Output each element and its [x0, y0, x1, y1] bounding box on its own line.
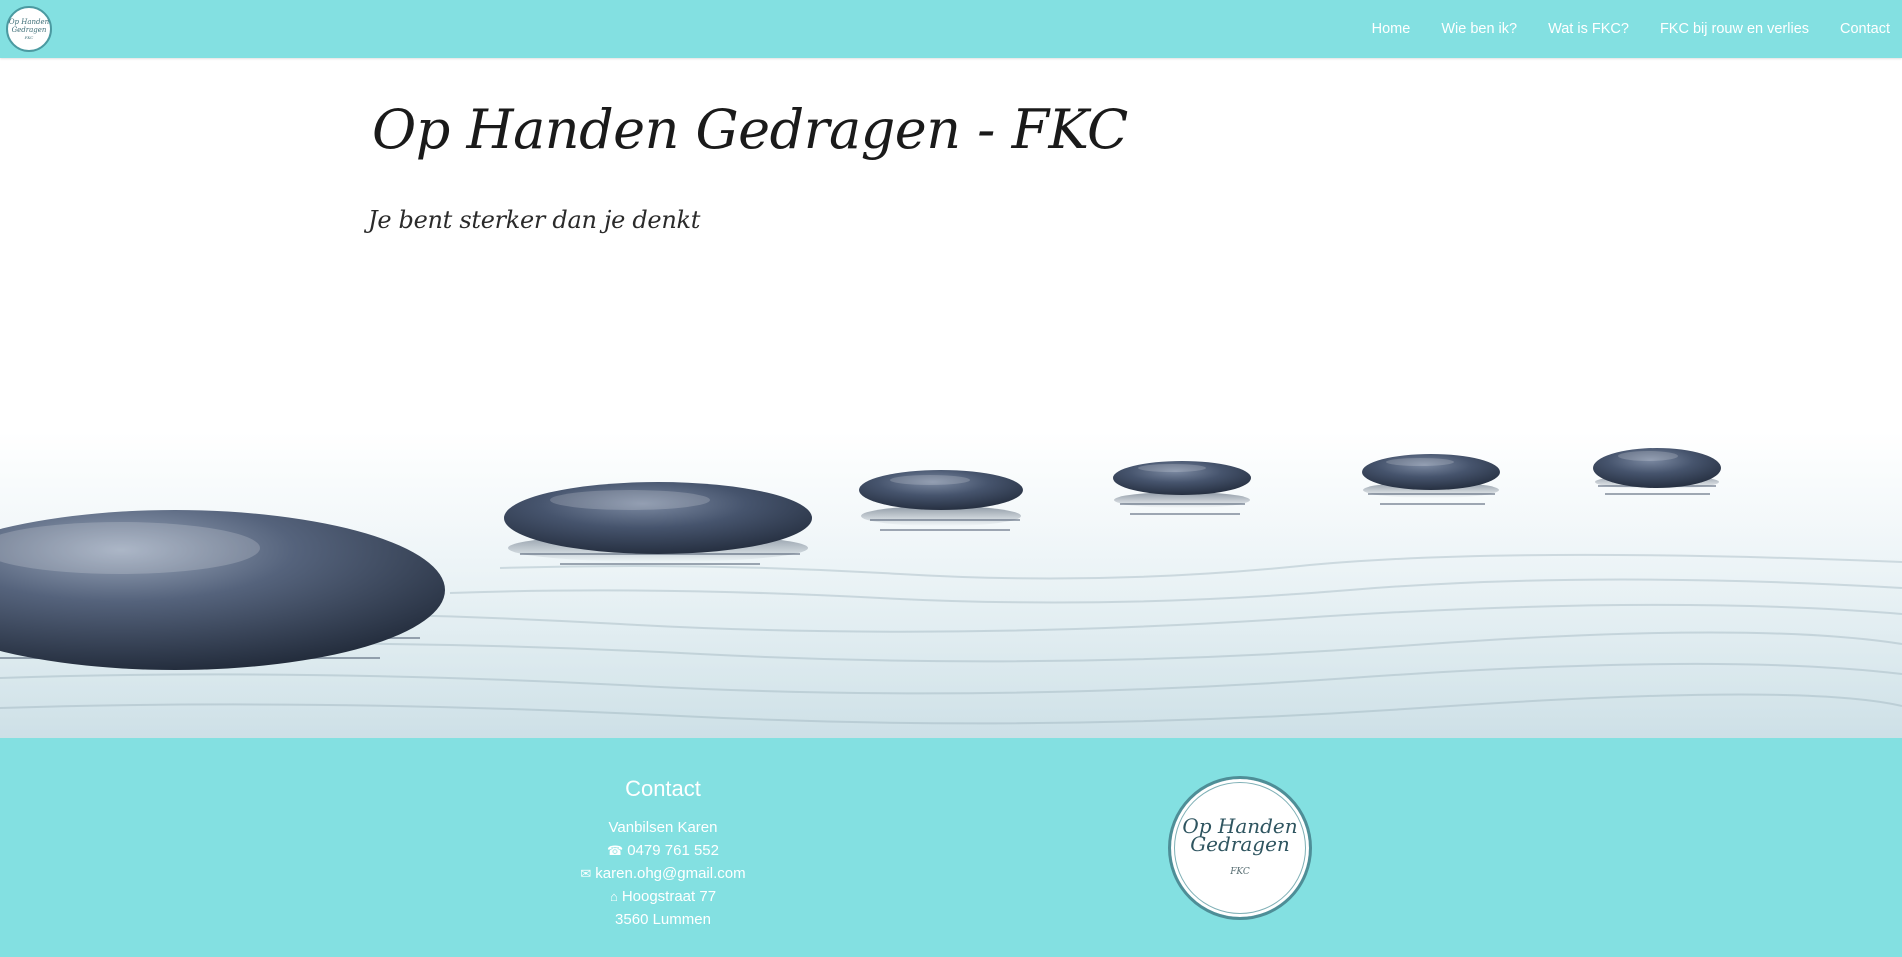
address-city: 3560 Lummen [615, 911, 711, 928]
address-street: Hoogstraat 77 [621, 888, 717, 905]
phone-icon: ☎ [607, 843, 624, 858]
home-icon: ⌂ [609, 889, 618, 904]
contact-phone[interactable]: ☎ 0479 761 552 [563, 839, 763, 862]
site-footer: Contact Vanbilsen Karen ☎ 0479 761 552 ✉ k… [0, 738, 1902, 957]
contact-name: Vanbilsen Karen [608, 819, 718, 836]
site-header: Op Handen Gedragen FKC Home Wie ben ik? … [0, 0, 1902, 58]
footer-logo: Op Handen Gedragen FKC [1168, 776, 1312, 920]
email-address: karen.ohg@gmail.com [595, 865, 746, 882]
nav-wie-ben-ik[interactable]: Wie ben ik? [1426, 21, 1533, 37]
page-subtitle: Je bent sterker dan je denkt [368, 206, 701, 234]
nav-contact[interactable]: Contact [1825, 21, 1890, 37]
logo-line-3: FKC [24, 35, 34, 40]
contact-block: Contact Vanbilsen Karen ☎ 0479 761 552 ✉ k… [563, 776, 763, 931]
main-nav: Home Wie ben ik? Wat is FKC? FKC bij rou… [1356, 0, 1890, 58]
contact-email[interactable]: ✉ karen.ohg@gmail.com [563, 862, 763, 885]
logo-line-1: Op Handen [8, 18, 50, 26]
mail-icon: ✉ [580, 866, 592, 881]
nav-wat-is-fkc[interactable]: Wat is FKC? [1533, 21, 1645, 37]
site-logo[interactable]: Op Handen Gedragen FKC [6, 6, 52, 52]
hero-section: Op Handen Gedragen - FKC Je bent sterker… [0, 58, 1902, 738]
contact-heading: Contact [625, 776, 701, 801]
nav-fkc-rouw-verlies[interactable]: FKC bij rouw en verlies [1644, 21, 1824, 37]
footer-logo-line-2: Gedragen [1190, 832, 1290, 856]
logo-line-2: Gedragen [11, 26, 47, 34]
page-title: Op Handen Gedragen - FKC [372, 98, 1128, 161]
phone-number: 0479 761 552 [627, 842, 719, 859]
nav-home[interactable]: Home [1356, 21, 1426, 37]
contact-address: ⌂ Hoogstraat 77 [563, 885, 763, 908]
footer-logo-line-3: FKC [1230, 867, 1250, 877]
